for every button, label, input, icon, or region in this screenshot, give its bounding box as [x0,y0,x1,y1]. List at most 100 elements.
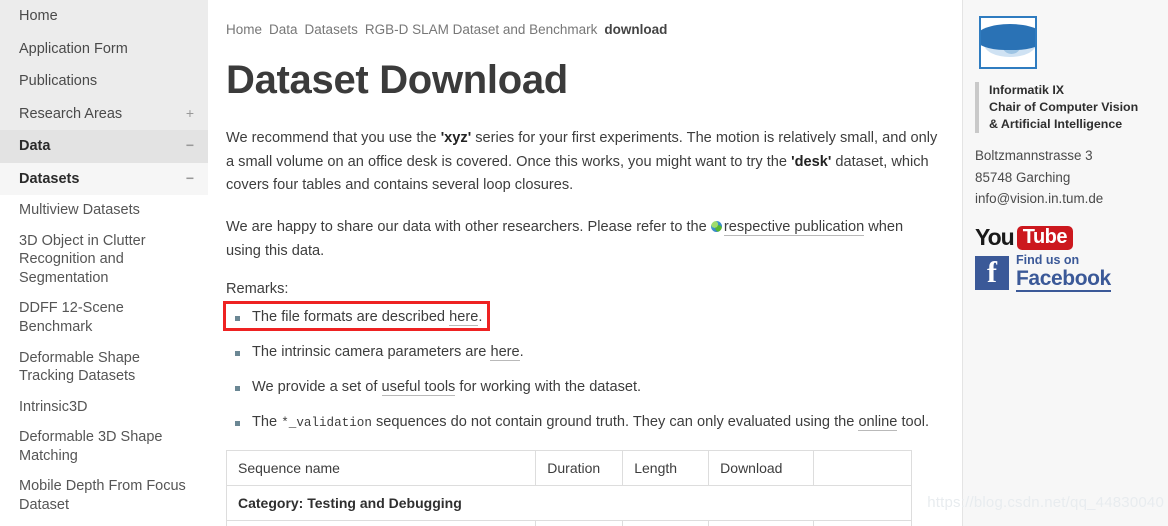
remark-text-pre: The file formats are described [252,309,450,326]
address-street: Boltzmannstrasse 3 [975,148,1093,164]
sidebar-item-datasets[interactable]: Datasets − [0,162,208,196]
breadcrumb-item-3[interactable]: RGB-D SLAM Dataset and Benchmark [365,22,598,37]
sidebar-item-label: Deformable Shape Tracking Datasets [19,349,140,385]
chair-text: Informatik IX Chair of Computer Vision &… [989,82,1138,133]
sidebar-item-label: Application Form [19,40,128,57]
sidebar-item-ddff-12-scene-benchmark[interactable]: DDFF 12-Scene Benchmark [0,293,208,343]
sidebar-item-application-form[interactable]: Application Form [0,33,208,66]
sequence-table: Sequence name Duration Length Download C… [225,449,912,526]
table-header: Sequence name Duration Length Download [225,449,912,486]
chair-info-block: Informatik IX Chair of Computer Vision &… [975,82,1158,134]
remark-text-post: tool. [897,413,930,430]
main-content: Home Data Datasets RGB-D SLAM Dataset and B… [208,0,962,526]
sidebar-item-mobile-depth-from-focus-dataset[interactable]: Mobile Depth From Focus Dataset [0,471,208,521]
chair-line-1: Informatik IX [989,83,1065,97]
respective-publication-link[interactable]: respective publication [723,218,865,236]
sidebar-item-multiview-datasets[interactable]: Multiview Datasets [0,195,208,226]
tum-vision-eye-logo-icon [979,16,1037,69]
remark-text-pre: The [252,413,282,430]
sidebar-item-deformable-shape-tracking-datasets[interactable]: Deformable Shape Tracking Datasets [0,342,208,392]
cell-length: 7.112m [622,519,710,526]
expand-plus-icon[interactable]: + [180,105,194,123]
remark-code-token: *_validation [281,415,372,430]
remark-item: The file formats are described here. [223,301,938,332]
globe-icon [710,220,722,232]
sidebar-item-label: Deformable 3D Shape Matching [19,429,163,464]
breadcrumb-item-1[interactable]: Data [269,22,298,37]
right-sidebar: Informatik IX Chair of Computer Vision &… [962,0,1168,526]
facebook-wordmark: Facebook [1016,267,1111,293]
sidebar-item-research-areas[interactable]: Research Areas + [0,98,208,131]
col-header-more [813,449,912,486]
sidebar-item-label: DDFF 12-Scene Benchmark [19,300,124,336]
contact-address: Boltzmannstrasse 3 85748 Garching info@v… [975,146,1158,209]
table-row: fr1/xyz30.09s7.112mtgz (0.47GB)more info [225,519,912,526]
cell-download: tgz (0.47GB) [708,519,815,526]
sidebar-item-publications[interactable]: Publications [0,65,208,98]
remark-link-useful-tools[interactable]: useful tools [381,378,456,396]
facebook-f-icon: f [975,256,1009,291]
col-header-download: Download [708,449,815,486]
contact-email[interactable]: info@vision.in.tum.de [975,189,1158,209]
remarks-list: The file formats are described here. The … [223,301,938,434]
sidebar-item-label: Mobile Depth From Focus Dataset [19,478,186,513]
page-title: Dataset Download [226,58,568,102]
remark-link-here[interactable]: here [449,309,479,327]
sharing-paragraph: We are happy to share our data with othe… [226,216,938,263]
facebook-find-us-on: Find us on [1016,253,1080,268]
collapse-minus-icon[interactable]: − [180,170,194,188]
breadcrumb-item-2[interactable]: Datasets [305,22,358,37]
remark-text-mid: sequences do not contain ground truth. T… [371,413,859,430]
social-links: You Tube f Find us on Facebook [975,224,1158,293]
remark-link-online[interactable]: online [858,413,898,431]
sidebar-item-3d-object-in-clutter-recognition-and-segmentation[interactable]: 3D Object in Clutter Recognition and Seg… [0,225,208,294]
table-header-row: Sequence name Duration Length Download [225,449,912,486]
col-header-length: Length [622,449,710,486]
xyz-emphasis: 'xyz' [440,130,472,146]
sidebar-item-deformable-3d-shape-matching[interactable]: Deformable 3D Shape Matching [0,422,208,472]
remark-item: The intrinsic camera parameters are here… [226,342,938,364]
table-category-row: Category: Testing and Debugging [226,484,912,521]
remark-text-post: . [478,309,483,326]
intro-paragraph: We recommend that you use the 'xyz' seri… [226,127,938,198]
chair-line-3: & Artificial Intelligence [989,117,1123,132]
facebook-link[interactable]: f Find us on Facebook [975,253,1158,293]
remark-text-pre: We provide a set of [252,378,382,395]
page-root: Home Application Form Publications Research… [0,0,1168,526]
remark-text-post: for working with the dataset. [455,378,642,395]
sidebar-item-label: Home [19,8,58,24]
col-header-duration: Duration [535,449,624,486]
table-body: Category: Testing and Debuggingfr1/xyz30… [225,484,912,526]
sidebar-item-intrinsic3d[interactable]: Intrinsic3D [0,391,208,423]
sidebar-item-label: Research Areas [19,105,123,122]
sidebar-item-label: 3D Object in Clutter Recognition and Seg… [19,232,146,286]
sidebar-item-label: Multiview Datasets [19,202,140,219]
collapse-minus-icon[interactable]: − [180,137,194,155]
sidebar-item-monocular-visual-odometry-dataset[interactable]: Monocular Visual Odometry Dataset [0,520,208,526]
remark-link-here[interactable]: here [490,344,520,362]
remark-item: We provide a set of useful tools for wor… [226,377,938,399]
cell-duration: 30.09s [535,519,624,526]
remarks-label: Remarks: [226,281,289,298]
desk-emphasis: 'desk' [791,153,832,170]
chair-line-2: Chair of Computer Vision [989,100,1139,115]
watermark: https://blog.csdn.net/qq_44830040 [927,494,1164,511]
sidebar-item-label: Data [19,138,51,155]
sidebar-item-label: Publications [19,73,98,90]
sidebar-item-home[interactable]: Home [0,0,208,33]
sharing-text-1: We are happy to share our data with othe… [226,218,711,235]
breadcrumb-item-0[interactable]: Home [226,22,262,37]
sidebar-item-label: Intrinsic3D [19,398,88,415]
intro-text-1: We recommend that you use the [226,130,441,146]
youtube-you-text: You [975,224,1015,251]
breadcrumb-current: download [604,22,668,37]
remark-text-post: . [519,344,524,361]
col-header-sequence-name: Sequence name [225,449,537,486]
sidebar-nav-list: Home Application Form Publications Research… [0,0,208,526]
cell-sequence-name: fr1/xyz [225,519,537,526]
chair-accent-bar [975,82,979,134]
sidebar-item-data[interactable]: Data − [0,130,208,163]
youtube-link[interactable]: You Tube [975,224,1158,251]
table-category-label: Category: Testing and Debugging [226,484,912,521]
eye-lid [981,24,1035,50]
